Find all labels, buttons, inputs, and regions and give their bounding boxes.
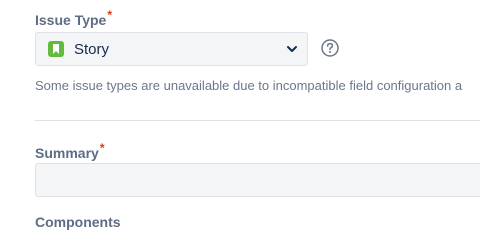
- issue-type-hint: Some issue types are unavailable due to …: [35, 78, 463, 93]
- issue-type-label-text: Issue Type: [35, 12, 107, 28]
- question-circle-icon[interactable]: [321, 39, 339, 57]
- story-icon: [48, 41, 64, 57]
- summary-label: Summary*: [35, 141, 104, 161]
- chevron-down-icon: [287, 46, 297, 52]
- summary-label-text: Summary: [35, 145, 99, 161]
- required-indicator: *: [99, 141, 105, 155]
- issue-type-selected-value: Story: [74, 40, 110, 58]
- summary-input[interactable]: [35, 163, 480, 197]
- required-indicator: *: [107, 8, 112, 22]
- components-label: Components: [35, 214, 121, 230]
- issue-type-select[interactable]: Story: [35, 32, 308, 66]
- components-label-text: Components: [35, 214, 121, 230]
- section-divider: [35, 120, 480, 121]
- create-issue-form: Issue Type* Story Some issue types are u…: [0, 0, 480, 240]
- issue-type-label: Issue Type*: [35, 8, 112, 28]
